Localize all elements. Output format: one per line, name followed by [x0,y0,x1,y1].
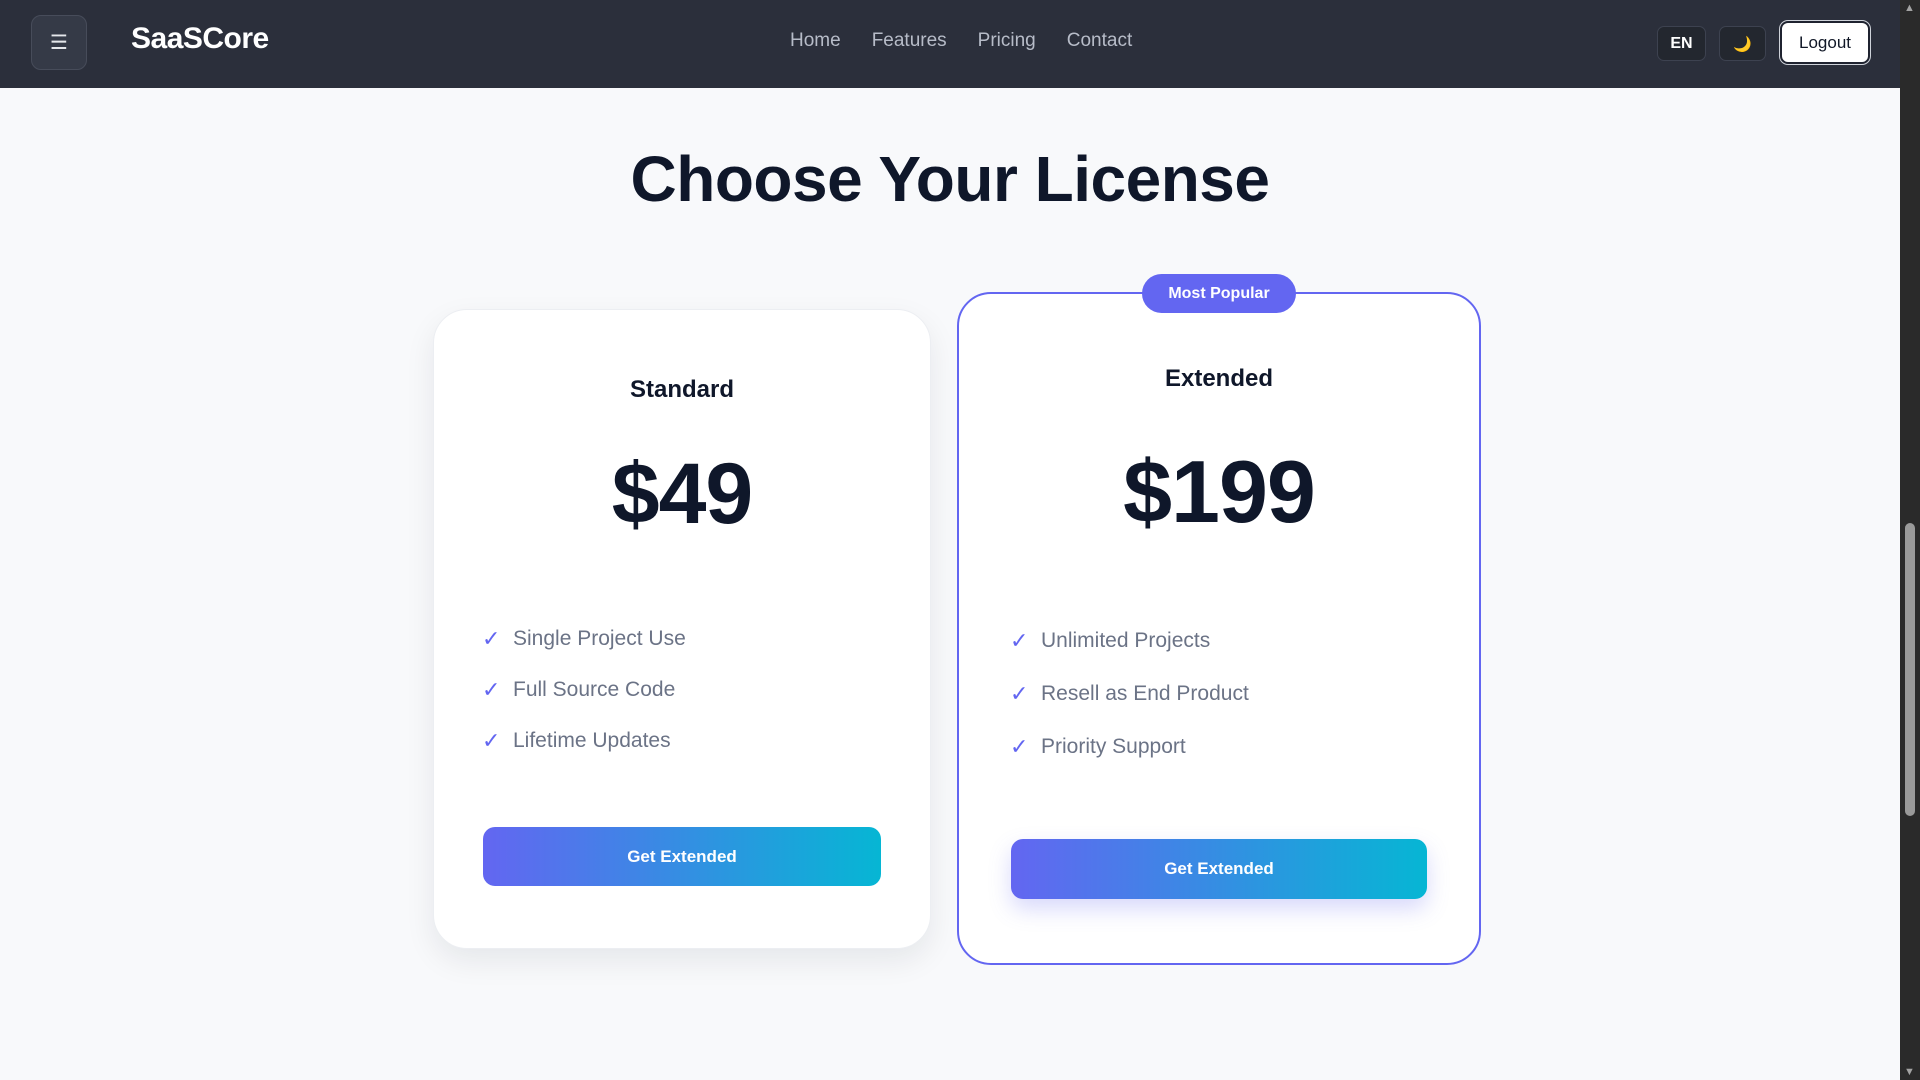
feature-label: Resell as End Product [1041,681,1249,705]
check-icon: ✓ [482,727,501,753]
top-navbar: ☰ SaaSCore Home Features Pricing Contact… [0,0,1900,88]
feature-item: ✓ Priority Support [1010,720,1249,773]
most-popular-badge: Most Popular [1142,274,1296,313]
feature-item: ✓ Single Project Use [482,613,686,664]
feature-label: Lifetime Updates [513,728,671,752]
feature-list: ✓ Unlimited Projects ✓ Resell as End Pro… [1010,614,1249,773]
brand-logo[interactable]: SaaSCore [131,22,269,56]
hamburger-menu-icon[interactable]: ☰ [31,15,87,70]
plan-price: $199 [1123,442,1316,541]
scroll-up-arrow-icon[interactable]: ▲ [1904,2,1915,14]
feature-item: ✓ Lifetime Updates [482,715,686,766]
feature-label: Priority Support [1041,734,1186,758]
feature-item: ✓ Unlimited Projects [1010,614,1249,667]
moon-icon: 🌙 [1733,35,1752,53]
nav-links: Home Features Pricing Contact [790,30,1163,52]
plan-card-standard: Standard $49 ✓ Single Project Use ✓ Full… [433,309,931,949]
language-button[interactable]: EN [1657,26,1706,61]
nav-link-pricing[interactable]: Pricing [978,30,1036,52]
extended-cta-button[interactable]: Get Extended [1011,839,1427,899]
feature-label: Single Project Use [513,626,686,650]
nav-link-home[interactable]: Home [790,30,841,52]
plan-card-extended: Extended $199 ✓ Unlimited Projects ✓ Res… [957,292,1481,965]
nav-link-contact[interactable]: Contact [1067,30,1132,52]
check-icon: ✓ [482,676,501,702]
scroll-down-arrow-icon[interactable]: ▼ [1904,1066,1915,1078]
check-icon: ✓ [1010,680,1029,706]
feature-item: ✓ Full Source Code [482,664,686,715]
feature-list: ✓ Single Project Use ✓ Full Source Code … [482,613,686,766]
feature-item: ✓ Resell as End Product [1010,667,1249,720]
feature-label: Unlimited Projects [1041,628,1211,652]
page-title: Choose Your License [630,143,1270,215]
feature-label: Full Source Code [513,677,676,701]
check-icon: ✓ [1010,627,1029,653]
scrollbar-thumb[interactable] [1905,523,1915,816]
standard-cta-button[interactable]: Get Extended [483,827,881,886]
plan-price: $49 [611,446,754,542]
page-scrollbar[interactable]: ▲ ▼ [1900,0,1920,1080]
logout-button[interactable]: Logout [1780,21,1870,64]
plan-name: Standard [629,376,734,403]
check-icon: ✓ [1010,733,1029,759]
check-icon: ✓ [482,625,501,651]
plan-name: Extended [1164,365,1274,392]
nav-link-features[interactable]: Features [872,30,947,52]
theme-toggle-button[interactable]: 🌙 [1719,26,1766,61]
